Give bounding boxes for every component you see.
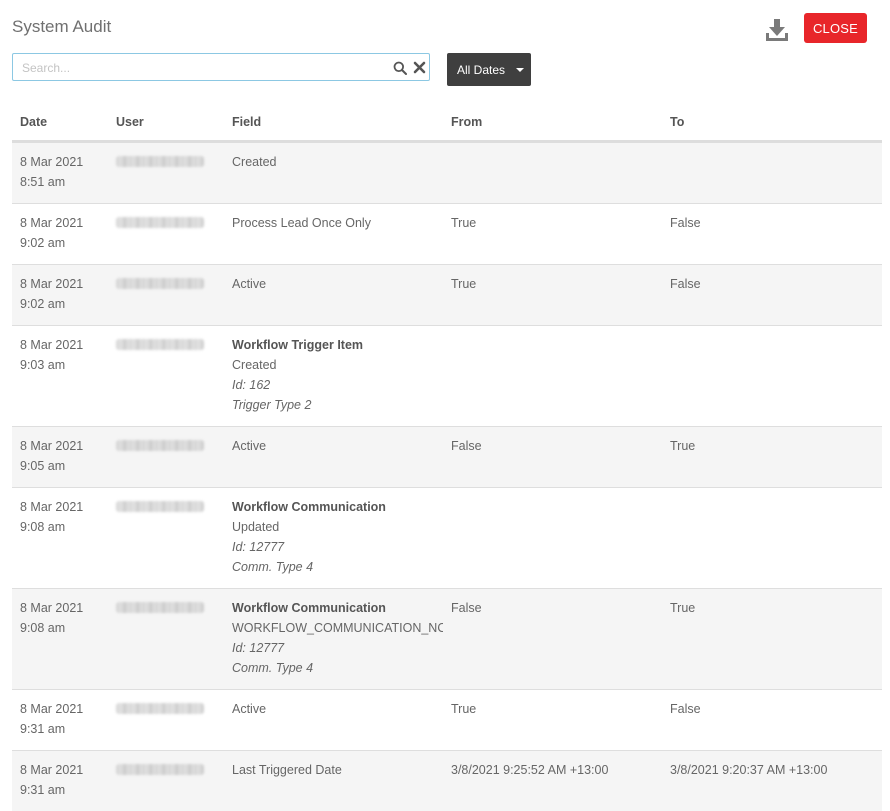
table-row: 8 Mar 20219:03 am Workflow Trigger Item … xyxy=(12,326,882,427)
date-cell: 8 Mar 20219:31 am xyxy=(12,690,108,751)
field-entity-id: Id: 162 xyxy=(232,375,443,395)
from-cell xyxy=(443,142,662,204)
from-cell xyxy=(443,488,662,589)
table-row: 8 Mar 20219:31 am Active True False xyxy=(12,690,882,751)
close-button[interactable]: CLOSE xyxy=(804,13,867,43)
user-name-redacted xyxy=(116,339,204,350)
date-cell: 8 Mar 20219:02 am xyxy=(12,265,108,326)
to-cell: 3/8/2021 9:20:37 AM +13:00 xyxy=(662,751,882,811)
field-cell: Active xyxy=(224,427,443,488)
field-entity-id: Id: 12777 xyxy=(232,638,443,658)
date-cell: 8 Mar 20219:08 am xyxy=(12,488,108,589)
column-header-from[interactable]: From xyxy=(443,104,662,142)
user-cell xyxy=(108,589,224,690)
user-cell xyxy=(108,265,224,326)
column-header-field[interactable]: Field xyxy=(224,104,443,142)
table-header-row: Date User Field From To xyxy=(12,104,882,142)
date-cell: 8 Mar 20219:08 am xyxy=(12,589,108,690)
caret-down-icon xyxy=(516,68,524,72)
field-cell: Workflow Trigger Item Created Id: 162 Tr… xyxy=(224,326,443,427)
user-name-redacted xyxy=(116,156,204,167)
user-name-redacted xyxy=(116,217,204,228)
user-cell xyxy=(108,427,224,488)
from-cell: False xyxy=(443,589,662,690)
field-entity-title: Workflow Communication xyxy=(232,497,443,517)
from-cell: True xyxy=(443,265,662,326)
download-icon[interactable] xyxy=(763,16,791,44)
to-cell: True xyxy=(662,589,882,690)
date-filter-dropdown[interactable]: All Dates xyxy=(447,53,531,86)
user-name-redacted xyxy=(116,501,204,512)
field-entity-title: Workflow Communication xyxy=(232,598,443,618)
user-name-redacted xyxy=(116,602,204,613)
user-cell xyxy=(108,326,224,427)
from-cell: True xyxy=(443,690,662,751)
to-cell: True xyxy=(662,427,882,488)
user-name-redacted xyxy=(116,278,204,289)
field-cell: Process Lead Once Only xyxy=(224,204,443,265)
table-row: 8 Mar 20219:08 am Workflow Communication… xyxy=(12,488,882,589)
search-input[interactable] xyxy=(22,59,382,77)
table-row: 8 Mar 20219:02 am Process Lead Once Only… xyxy=(12,204,882,265)
user-cell xyxy=(108,690,224,751)
to-cell: False xyxy=(662,204,882,265)
user-name-redacted xyxy=(116,440,204,451)
user-cell xyxy=(108,488,224,589)
table-row: 8 Mar 20219:05 am Active False True xyxy=(12,427,882,488)
user-name-redacted xyxy=(116,703,204,714)
user-cell xyxy=(108,142,224,204)
field-entity-id: Id: 12777 xyxy=(232,537,443,557)
column-header-to[interactable]: To xyxy=(662,104,882,142)
field-cell: Active xyxy=(224,690,443,751)
date-cell: 8 Mar 20219:02 am xyxy=(12,204,108,265)
date-cell: 8 Mar 20219:05 am xyxy=(12,427,108,488)
field-entity-title: Workflow Trigger Item xyxy=(232,335,443,355)
table-row: 8 Mar 20219:02 am Active True False xyxy=(12,265,882,326)
date-filter-label: All Dates xyxy=(457,63,505,77)
user-cell xyxy=(108,751,224,811)
to-cell: False xyxy=(662,690,882,751)
search-field[interactable] xyxy=(12,53,430,81)
date-cell: 8 Mar 20218:51 am xyxy=(12,142,108,204)
column-header-date[interactable]: Date xyxy=(12,104,108,142)
date-cell: 8 Mar 20219:03 am xyxy=(12,326,108,427)
field-cell: Active xyxy=(224,265,443,326)
field-cell: Last Triggered Date xyxy=(224,751,443,811)
field-entity-type: Comm. Type 4 xyxy=(232,658,443,678)
table-row: 8 Mar 20219:08 am Workflow Communication… xyxy=(12,589,882,690)
field-entity-type: Comm. Type 4 xyxy=(232,557,443,577)
user-name-redacted xyxy=(116,764,204,775)
to-cell xyxy=(662,326,882,427)
to-cell: False xyxy=(662,265,882,326)
from-cell: True xyxy=(443,204,662,265)
table-row: 8 Mar 20219:31 am Last Triggered Date 3/… xyxy=(12,751,882,811)
field-entity-type: Trigger Type 2 xyxy=(232,395,443,415)
to-cell xyxy=(662,142,882,204)
from-cell xyxy=(443,326,662,427)
column-header-user[interactable]: User xyxy=(108,104,224,142)
clear-icon[interactable] xyxy=(413,61,426,74)
page-title: System Audit xyxy=(12,17,111,37)
audit-table: Date User Field From To 8 Mar 20218:51 a… xyxy=(12,104,882,811)
user-cell xyxy=(108,204,224,265)
from-cell: 3/8/2021 9:25:52 AM +13:00 xyxy=(443,751,662,811)
date-cell: 8 Mar 20219:31 am xyxy=(12,751,108,811)
field-cell: Created xyxy=(224,142,443,204)
table-row: 8 Mar 20218:51 am Created xyxy=(12,142,882,204)
field-cell: Workflow Communication WORKFLOW_COMMUNIC… xyxy=(224,589,443,690)
to-cell xyxy=(662,488,882,589)
field-cell: Workflow Communication Updated Id: 12777… xyxy=(224,488,443,589)
from-cell: False xyxy=(443,427,662,488)
search-icon[interactable] xyxy=(393,61,407,75)
